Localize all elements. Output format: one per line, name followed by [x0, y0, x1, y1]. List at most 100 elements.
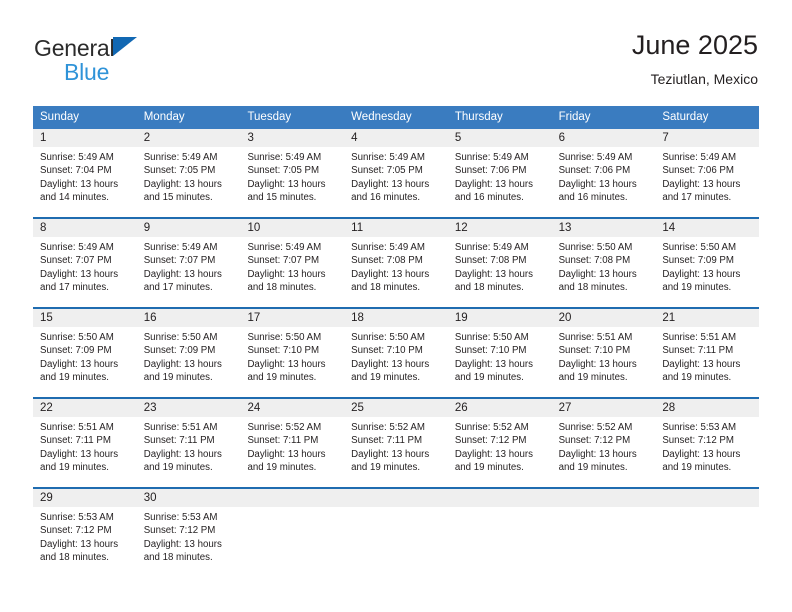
calendar-day-cell[interactable]: 16 Sunrise: 5:50 AM Sunset: 7:09 PM Dayligh… [136, 309, 241, 397]
calendar-week-row: 29 Sunrise: 5:53 AM Sunset: 7:12 PM Dayligh… [33, 487, 760, 577]
day-sun-info: Sunrise: 5:53 AM Sunset: 7:12 PM Daylight:… [33, 507, 137, 565]
day-sun-info: Sunrise: 5:52 AM Sunset: 7:12 PM Daylight:… [552, 417, 656, 475]
page-title: June 2025 [631, 30, 758, 60]
day-sun-info: Sunrise: 5:53 AM Sunset: 7:12 PM Daylight:… [655, 417, 759, 475]
calendar-day-cell[interactable]: 22 Sunrise: 5:51 AM Sunset: 7:11 PM Dayligh… [33, 399, 137, 487]
calendar-day-cell[interactable]: 27 Sunrise: 5:52 AM Sunset: 7:12 PM Dayligh… [551, 399, 656, 487]
sunset-text: Sunset: 7:06 PM [558, 165, 631, 177]
calendar-day-cell[interactable]: 17 Sunrise: 5:50 AM Sunset: 7:10 PM Dayligh… [240, 309, 345, 397]
calendar-day-cell[interactable]: 9 Sunrise: 5:49 AM Sunset: 7:07 PM Daylight… [136, 219, 241, 307]
day-sun-info: Sunrise: 5:49 AM Sunset: 7:06 PM Daylight:… [448, 147, 552, 205]
calendar-day-cell[interactable]: 25 Sunrise: 5:52 AM Sunset: 7:11 PM Dayligh… [344, 399, 448, 487]
daylight-text: Daylight: 13 hours and 19 minutes. [40, 448, 119, 474]
day-number: 28 [655, 399, 760, 417]
day-sun-info: Sunrise: 5:49 AM Sunset: 7:05 PM Daylight:… [240, 147, 344, 205]
calendar-day-cell[interactable]: 23 Sunrise: 5:51 AM Sunset: 7:11 PM Dayligh… [136, 399, 241, 487]
day-number [344, 489, 448, 507]
day-sun-info: Sunrise: 5:52 AM Sunset: 7:11 PM Daylight:… [240, 417, 344, 475]
calendar-empty-cell [344, 489, 448, 577]
calendar-day-cell[interactable]: 10 Sunrise: 5:49 AM Sunset: 7:07 PM Dayligh… [240, 219, 345, 307]
daylight-text: Daylight: 13 hours and 16 minutes. [558, 178, 637, 204]
sunrise-text: Sunrise: 5:51 AM [662, 332, 737, 343]
calendar-day-cell[interactable]: 12 Sunrise: 5:49 AM Sunset: 7:08 PM Dayligh… [447, 219, 552, 307]
calendar-day-cell[interactable]: 29 Sunrise: 5:53 AM Sunset: 7:12 PM Dayligh… [33, 489, 137, 577]
calendar-day-cell[interactable]: 19 Sunrise: 5:50 AM Sunset: 7:10 PM Dayligh… [447, 309, 552, 397]
calendar-empty-cell [551, 489, 656, 577]
daylight-text: Daylight: 13 hours and 19 minutes. [662, 268, 741, 294]
day-number: 27 [551, 399, 656, 417]
sunset-text: Sunset: 7:12 PM [662, 435, 734, 447]
day-number: 15 [33, 309, 137, 327]
sunset-text: Sunset: 7:09 PM [143, 345, 216, 357]
calendar-day-cell[interactable]: 5 Sunrise: 5:49 AM Sunset: 7:06 PM Daylight… [447, 129, 552, 217]
calendar-day-cell[interactable]: 4 Sunrise: 5:49 AM Sunset: 7:05 PM Daylight… [344, 129, 448, 217]
sunset-text: Sunset: 7:11 PM [40, 435, 111, 447]
sunset-text: Sunset: 7:08 PM [351, 255, 423, 267]
sunset-text: Sunset: 7:09 PM [40, 345, 112, 357]
calendar-day-cell[interactable]: 8 Sunrise: 5:49 AM Sunset: 7:07 PM Daylight… [33, 219, 137, 307]
calendar-day-cell[interactable]: 1 Sunrise: 5:49 AM Sunset: 7:04 PM Daylight… [33, 129, 137, 217]
calendar-day-cell[interactable]: 21 Sunrise: 5:51 AM Sunset: 7:11 PM Dayligh… [655, 309, 760, 397]
daylight-text: Daylight: 13 hours and 15 minutes. [143, 178, 222, 204]
daylight-text: Daylight: 13 hours and 19 minutes. [454, 448, 533, 474]
calendar-day-cell[interactable]: 2 Sunrise: 5:49 AM Sunset: 7:05 PM Daylight… [136, 129, 241, 217]
page-header: General Blue June 2025 Teziutlan, Mexico [34, 28, 758, 100]
weekday-header-thursday: Thursday [454, 111, 503, 123]
day-sun-info: Sunrise: 5:53 AM Sunset: 7:12 PM Daylight:… [137, 507, 241, 565]
day-sun-info: Sunrise: 5:49 AM Sunset: 7:07 PM Daylight:… [137, 237, 241, 295]
day-number: 23 [136, 399, 241, 417]
calendar-day-cell[interactable]: 18 Sunrise: 5:50 AM Sunset: 7:10 PM Dayligh… [344, 309, 448, 397]
daylight-text: Daylight: 13 hours and 19 minutes. [143, 448, 222, 474]
day-number: 4 [344, 129, 448, 147]
calendar-day-cell[interactable]: 14 Sunrise: 5:50 AM Sunset: 7:09 PM Dayligh… [655, 219, 760, 307]
daylight-text: Daylight: 13 hours and 19 minutes. [247, 358, 326, 384]
logo-triangle-icon [113, 37, 138, 56]
sunset-text: Sunset: 7:12 PM [454, 435, 527, 447]
calendar-day-cell[interactable]: 15 Sunrise: 5:50 AM Sunset: 7:09 PM Dayligh… [33, 309, 137, 397]
sunrise-text: Sunrise: 5:49 AM [558, 152, 633, 163]
sunrise-text: Sunrise: 5:49 AM [351, 242, 425, 253]
sunset-text: Sunset: 7:10 PM [558, 345, 631, 357]
calendar-day-cell[interactable]: 11 Sunrise: 5:49 AM Sunset: 7:08 PM Dayligh… [344, 219, 448, 307]
day-number: 30 [136, 489, 241, 507]
daylight-text: Daylight: 13 hours and 16 minutes. [454, 178, 533, 204]
day-sun-info: Sunrise: 5:52 AM Sunset: 7:11 PM Daylight:… [344, 417, 448, 475]
sunset-text: Sunset: 7:07 PM [143, 255, 216, 267]
day-number: 21 [655, 309, 760, 327]
daylight-text: Daylight: 13 hours and 19 minutes. [351, 358, 430, 384]
sunset-text: Sunset: 7:07 PM [247, 255, 320, 267]
calendar-day-cell[interactable]: 24 Sunrise: 5:52 AM Sunset: 7:11 PM Dayligh… [240, 399, 345, 487]
sunrise-text: Sunrise: 5:49 AM [247, 242, 322, 253]
day-number: 1 [33, 129, 137, 147]
day-number: 9 [136, 219, 241, 237]
sunset-text: Sunset: 7:09 PM [662, 255, 734, 267]
sunrise-text: Sunrise: 5:49 AM [454, 152, 529, 163]
daylight-text: Daylight: 13 hours and 15 minutes. [247, 178, 326, 204]
day-sun-info: Sunrise: 5:51 AM Sunset: 7:10 PM Daylight:… [552, 327, 656, 385]
day-number: 5 [447, 129, 552, 147]
day-sun-info: Sunrise: 5:50 AM Sunset: 7:09 PM Daylight:… [137, 327, 241, 385]
title-block: June 2025 Teziutlan, Mexico [632, 28, 758, 89]
sunrise-text: Sunrise: 5:51 AM [40, 422, 114, 433]
calendar-day-cell[interactable]: 7 Sunrise: 5:49 AM Sunset: 7:06 PM Daylight… [655, 129, 760, 217]
calendar-day-cell[interactable]: 30 Sunrise: 5:53 AM Sunset: 7:12 PM Dayligh… [136, 489, 241, 577]
daylight-text: Daylight: 13 hours and 16 minutes. [351, 178, 430, 204]
calendar-day-cell[interactable]: 20 Sunrise: 5:51 AM Sunset: 7:10 PM Dayligh… [551, 309, 656, 397]
calendar-day-cell[interactable]: 26 Sunrise: 5:52 AM Sunset: 7:12 PM Dayligh… [447, 399, 552, 487]
calendar-day-cell[interactable]: 6 Sunrise: 5:49 AM Sunset: 7:06 PM Daylight… [551, 129, 656, 217]
daylight-text: Daylight: 13 hours and 18 minutes. [351, 268, 430, 294]
logo-text-general: General [34, 35, 115, 61]
calendar-day-cell[interactable]: 13 Sunrise: 5:50 AM Sunset: 7:08 PM Dayligh… [551, 219, 656, 307]
day-sun-info: Sunrise: 5:49 AM Sunset: 7:08 PM Daylight:… [344, 237, 448, 295]
sunset-text: Sunset: 7:12 PM [40, 525, 112, 537]
calendar-week-row: 8 Sunrise: 5:49 AM Sunset: 7:07 PM Daylight… [33, 217, 760, 307]
day-number: 10 [240, 219, 345, 237]
calendar-day-cell[interactable]: 3 Sunrise: 5:49 AM Sunset: 7:05 PM Daylight… [240, 129, 345, 217]
generalblue-logo[interactable]: General Blue [34, 34, 224, 90]
calendar-day-cell[interactable]: 28 Sunrise: 5:53 AM Sunset: 7:12 PM Dayligh… [655, 399, 760, 487]
sunrise-text: Sunrise: 5:52 AM [351, 422, 425, 433]
day-sun-info: Sunrise: 5:52 AM Sunset: 7:12 PM Daylight:… [448, 417, 552, 475]
day-number: 20 [551, 309, 656, 327]
weekday-header-row: Sunday Monday Tuesday Wednesday Thursday Frid… [33, 106, 759, 129]
day-number: 18 [344, 309, 448, 327]
